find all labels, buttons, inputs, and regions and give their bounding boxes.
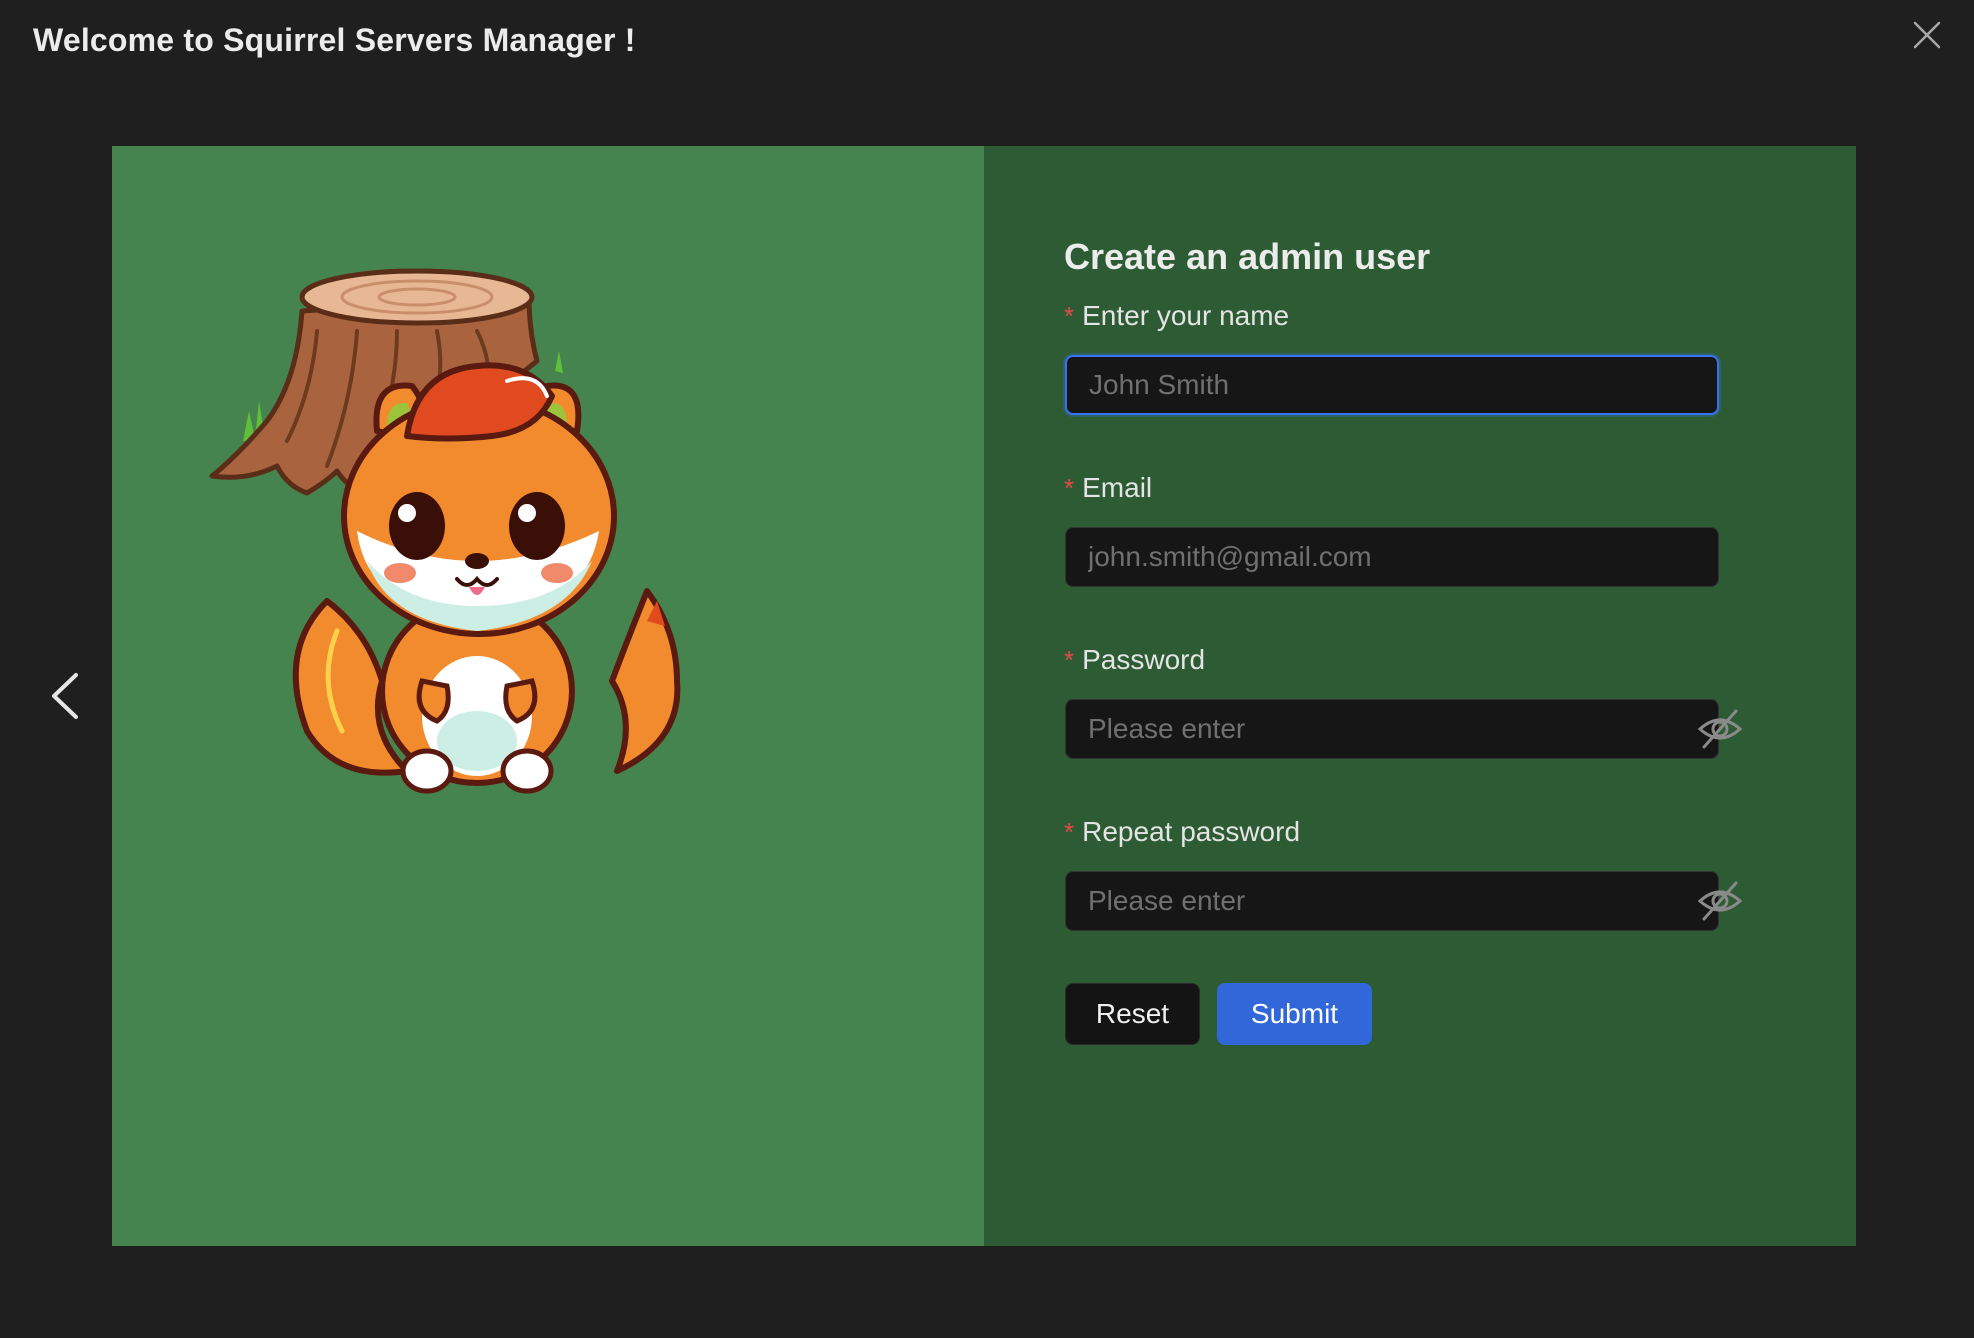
email-field-label: * Email: [1064, 472, 1152, 504]
email-label-text: Email: [1082, 472, 1153, 503]
repeat-password-input[interactable]: [1065, 871, 1719, 931]
name-field-label: * Enter your name: [1064, 300, 1289, 332]
modal-title: Welcome to Squirrel Servers Manager !: [33, 22, 636, 58]
illustration-panel: [112, 146, 984, 1246]
repeat-password-label-text: Repeat password: [1082, 816, 1301, 847]
chevron-left-icon[interactable]: [46, 669, 84, 723]
email-input[interactable]: [1065, 527, 1719, 587]
reset-button[interactable]: Reset: [1065, 983, 1200, 1045]
password-label-text: Password: [1082, 644, 1206, 675]
password-field-label: * Password: [1064, 644, 1205, 676]
name-input[interactable]: [1065, 355, 1719, 415]
eye-slash-icon[interactable]: [1696, 705, 1744, 753]
form-title: Create an admin user: [1064, 236, 1431, 277]
required-mark: *: [1064, 817, 1075, 847]
squirrel-mascot-illustration: [209, 268, 681, 794]
submit-button[interactable]: Submit: [1217, 983, 1372, 1045]
onboarding-carousel: [112, 146, 1856, 1246]
close-icon[interactable]: [1908, 16, 1946, 54]
required-mark: *: [1064, 473, 1075, 503]
required-mark: *: [1064, 645, 1075, 675]
password-input[interactable]: [1065, 699, 1719, 759]
eye-slash-icon[interactable]: [1696, 877, 1744, 925]
required-mark: *: [1064, 301, 1075, 331]
name-label-text: Enter your name: [1082, 300, 1290, 331]
repeat-password-field-label: * Repeat password: [1064, 816, 1300, 848]
welcome-modal: Welcome to Squirrel Servers Manager ! Cr…: [0, 0, 1974, 1338]
